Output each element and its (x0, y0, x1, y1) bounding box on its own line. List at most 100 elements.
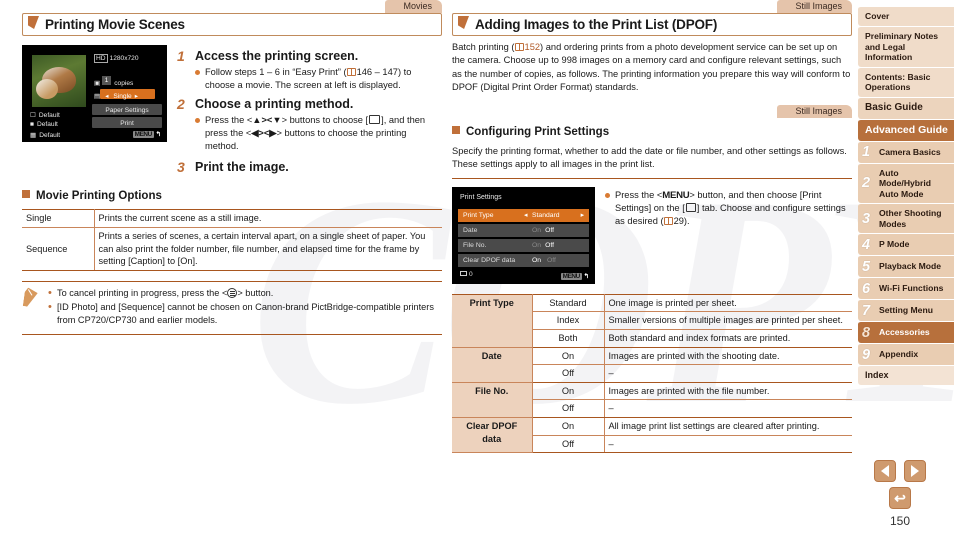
section-tag-movies: Movies (385, 0, 442, 13)
return-home-icon[interactable]: ↩ (889, 487, 911, 509)
subheading-text: Configuring Print Settings (466, 126, 610, 139)
sidebar-item-label: Auto Mode/Hybrid Auto Mode (879, 167, 932, 199)
updown-keys-glyph: ▲><▼ (252, 114, 282, 125)
page-ref-icon (346, 68, 356, 76)
notes-box: • To cancel printing in progress, press … (22, 280, 442, 335)
lcd-row-file-no: File No. On Off (458, 238, 589, 252)
print-settings-bullet: Press the <MENU> button, and then choose… (605, 189, 852, 229)
setting-desc: Both standard and index formats are prin… (603, 329, 852, 348)
sidebar-item-label: Setting Menu (879, 305, 933, 316)
subheading-square-icon (452, 126, 460, 135)
lcd-paper-settings: Paper Settings (105, 107, 149, 114)
next-page-icon[interactable] (904, 460, 926, 482)
setting-desc: Images are printed with the shooting dat… (603, 347, 852, 366)
chapter-sidebar: Cover Preliminary Notes and Legal Inform… (858, 6, 954, 385)
subheading-movie-printing-options: Movie Printing Options (22, 188, 442, 204)
setting-desc: Images are printed with the file number. (603, 382, 852, 401)
setting-desc: One image is printed per sheet. (603, 294, 852, 313)
sidebar-item-label: Playback Mode (879, 261, 942, 272)
camera-screen-print-settings: Print Settings Print Type ◂ Standard ▸ D… (452, 186, 595, 284)
sidebar-item-basic-guide[interactable]: Basic Guide (858, 96, 954, 119)
lcd-default-2: ■ Default (30, 121, 58, 128)
setting-label: File No. (452, 382, 532, 418)
step-1: 1 Access the printing screen. (177, 48, 442, 64)
heading-text: Adding Images to the Print List (DPOF) (475, 17, 718, 32)
photo-subject-b (36, 79, 58, 99)
sidebar-item-label: Cover (865, 11, 890, 22)
prev-page-icon[interactable] (874, 460, 896, 482)
sidebar-item-auto-mode[interactable]: 2 Auto Mode/Hybrid Auto Mode (858, 162, 954, 203)
chapter-number: 5 (862, 258, 871, 275)
lcd-print-method: ▤ ◂ Single ▸ (94, 93, 139, 100)
sidebar-item-label: Camera Basics (879, 146, 941, 157)
sidebar-item-label: Contents: Basic Operations (865, 71, 931, 93)
page-ref-icon (514, 43, 524, 51)
lcd-print-button: Print (120, 120, 134, 127)
heading-adding-images-dpof: Adding Images to the Print List (DPOF) (452, 13, 852, 36)
option-name: Sequence (22, 227, 94, 271)
lcd-title: Print Settings (460, 193, 502, 201)
step-3-title: Print the image. (195, 160, 289, 175)
chapter-number: 4 (862, 236, 871, 253)
note-text: [ID Photo] and [Sequence] cannot be chos… (57, 301, 434, 325)
sidebar-item-p-mode[interactable]: 4 P Mode (858, 233, 954, 255)
sidebar-item-wifi-functions[interactable]: 6 Wi-Fi Functions (858, 277, 954, 299)
lcd-resolution: HD 1280x720 (94, 54, 139, 63)
lcd-default-3: ▦ Default (30, 132, 61, 139)
print-tab-icon (685, 203, 696, 213)
sidebar-item-preliminary-notes[interactable]: Preliminary Notes and Legal Information (858, 26, 954, 67)
setting-option: Standard (531, 294, 604, 313)
movies-tab-row: Movies (22, 0, 442, 13)
lcd-selected-count: 0 (460, 270, 473, 278)
setting-desc: – (603, 399, 852, 418)
chapter-number: 8 (862, 324, 871, 341)
sidebar-item-label: Advanced Guide (865, 123, 948, 136)
note-bullet-icon: • (48, 300, 52, 313)
table-row: File No. On Images are printed with the … (452, 382, 852, 418)
setting-label: Date (452, 347, 532, 383)
sidebar-item-appendix[interactable]: 9 Appendix (858, 343, 954, 365)
step-2-number: 2 (177, 95, 185, 112)
setting-desc: Smaller versions of multiple images are … (603, 311, 852, 330)
sidebar-item-label: P Mode (879, 239, 910, 250)
dpof-intro-paragraph: Batch printing (152) and ordering prints… (452, 42, 851, 92)
preview-thumbnail (32, 55, 86, 107)
sidebar-item-label: Other Shooting Modes (879, 208, 942, 229)
page-navigation: ↩ 150 (858, 460, 942, 528)
step-1-bullet-text: Follow steps 1 – 6 in “Easy Print” (146 … (205, 67, 412, 91)
section-tag-still-images-1: Still Images (777, 0, 852, 13)
lcd-row-print-type: Print Type ◂ Standard ▸ (458, 208, 589, 222)
chapter-number: 2 (862, 175, 871, 191)
sidebar-item-camera-basics[interactable]: 1 Camera Basics (858, 140, 954, 163)
sidebar-item-index[interactable]: Index (858, 365, 954, 385)
lcd-row-date: Date On Off (458, 223, 589, 237)
sidebar-item-playback-mode[interactable]: 5 Playback Mode (858, 255, 954, 277)
setting-option: Off (531, 364, 604, 383)
heading-flag-icon (458, 16, 469, 29)
sidebar-item-contents-basic-operations[interactable]: Contents: Basic Operations (858, 66, 954, 97)
sidebar-item-other-shooting-modes[interactable]: 3 Other Shooting Modes (858, 203, 954, 233)
sidebar-item-label: Wi-Fi Functions (879, 283, 944, 294)
note-text: To cancel printing in progress, press th… (57, 287, 274, 298)
setting-desc: – (603, 435, 852, 454)
sidebar-item-setting-menu[interactable]: 7 Setting Menu (858, 299, 954, 321)
sidebar-item-label: Accessories (879, 327, 930, 338)
section-tag-still-images-2: Still Images (777, 105, 852, 119)
sidebar-item-advanced-guide[interactable]: Advanced Guide (858, 118, 954, 141)
menu-key-glyph: MENU (662, 189, 690, 201)
option-desc: Prints a series of scenes, a certain int… (93, 227, 442, 271)
chapter-number: 7 (862, 302, 871, 319)
page-ref-icon (663, 217, 673, 226)
step-1-bullet: Follow steps 1 – 6 in “Easy Print” (146 … (177, 66, 442, 93)
sidebar-item-accessories[interactable]: 8 Accessories (858, 321, 954, 343)
table-row: Print Type Standard One image is printed… (452, 294, 852, 348)
option-name: Single (22, 209, 94, 229)
chapter-number: 1 (862, 143, 871, 160)
step-2-title: Choose a printing method. (195, 96, 354, 111)
setting-option: On (531, 417, 604, 436)
setting-desc: All image print list settings are cleare… (603, 417, 852, 436)
print-settings-reference-table: Print Type Standard One image is printed… (452, 294, 852, 454)
camera-screen-print: 1 HD 1280x720 ▣ copies ▤ ◂ Single ▸ ☐ Default… (22, 45, 167, 142)
sidebar-item-cover[interactable]: Cover (858, 6, 954, 26)
subheading-text: Movie Printing Options (36, 190, 162, 203)
